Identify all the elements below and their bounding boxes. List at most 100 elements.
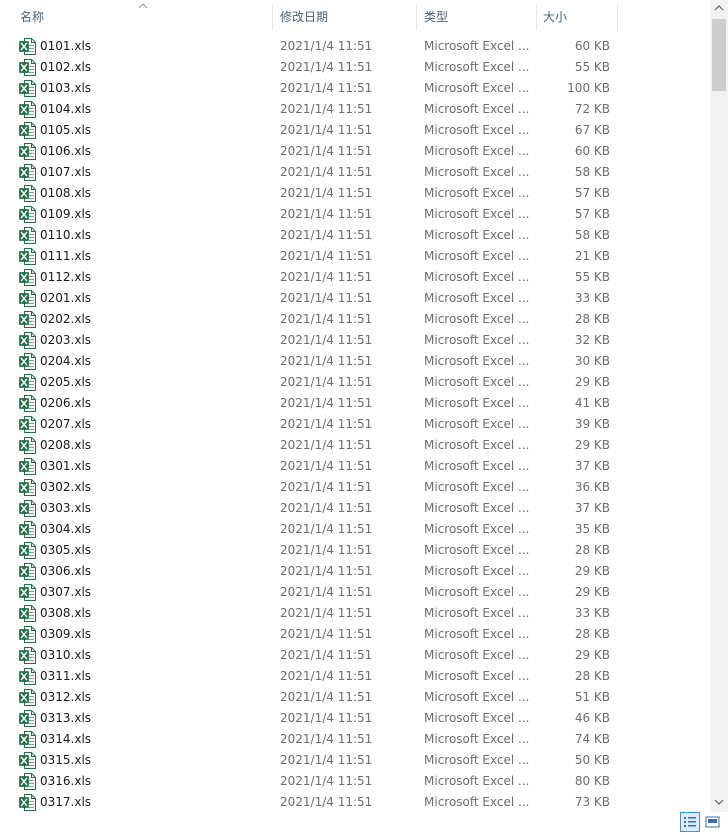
file-row[interactable]: 0311.xls 2021/1/4 11:51 Microsoft Excel … — [0, 666, 710, 687]
file-row[interactable]: 0307.xls 2021/1/4 11:51 Microsoft Excel … — [0, 582, 710, 603]
file-name[interactable]: 0309.xls — [40, 624, 91, 645]
file-name[interactable]: 0109.xls — [40, 204, 91, 225]
file-name[interactable]: 0308.xls — [40, 603, 91, 624]
file-name[interactable]: 0104.xls — [40, 99, 91, 120]
file-row[interactable]: 0103.xls 2021/1/4 11:51 Microsoft Excel … — [0, 78, 710, 99]
file-name[interactable]: 0107.xls — [40, 162, 91, 183]
file-row[interactable]: 0310.xls 2021/1/4 11:51 Microsoft Excel … — [0, 645, 710, 666]
file-name[interactable]: 0102.xls — [40, 57, 91, 78]
file-row[interactable]: 0316.xls 2021/1/4 11:51 Microsoft Excel … — [0, 771, 710, 792]
file-name[interactable]: 0204.xls — [40, 351, 91, 372]
file-row[interactable]: 0204.xls 2021/1/4 11:51 Microsoft Excel … — [0, 351, 710, 372]
column-header-type[interactable]: 类型 — [418, 0, 536, 33]
file-name[interactable]: 0110.xls — [40, 225, 91, 246]
file-row[interactable]: 0312.xls 2021/1/4 11:51 Microsoft Excel … — [0, 687, 710, 708]
file-name[interactable]: 0106.xls — [40, 141, 91, 162]
scroll-up-arrow-icon[interactable] — [714, 4, 724, 12]
file-name[interactable]: 0108.xls — [40, 183, 91, 204]
file-type: Microsoft Excel ... — [424, 60, 530, 74]
file-name[interactable]: 0306.xls — [40, 561, 91, 582]
file-name[interactable]: 0201.xls — [40, 288, 91, 309]
file-row[interactable]: 0305.xls 2021/1/4 11:51 Microsoft Excel … — [0, 540, 710, 561]
file-row[interactable]: 0304.xls 2021/1/4 11:51 Microsoft Excel … — [0, 519, 710, 540]
file-row[interactable]: 0301.xls 2021/1/4 11:51 Microsoft Excel … — [0, 456, 710, 477]
scroll-down-arrow-icon[interactable] — [714, 798, 724, 806]
file-name[interactable]: 0312.xls — [40, 687, 91, 708]
file-name[interactable]: 0205.xls — [40, 372, 91, 393]
file-name[interactable]: 0301.xls — [40, 456, 91, 477]
excel-file-icon — [19, 794, 36, 811]
file-row[interactable]: 0104.xls 2021/1/4 11:51 Microsoft Excel … — [0, 99, 710, 120]
file-row[interactable]: 0306.xls 2021/1/4 11:51 Microsoft Excel … — [0, 561, 710, 582]
excel-file-icon — [19, 227, 36, 244]
column-divider[interactable] — [416, 4, 417, 30]
file-name[interactable]: 0315.xls — [40, 750, 91, 771]
file-row[interactable]: 0202.xls 2021/1/4 11:51 Microsoft Excel … — [0, 309, 710, 330]
file-name[interactable]: 0111.xls — [40, 246, 91, 267]
file-row[interactable]: 0106.xls 2021/1/4 11:51 Microsoft Excel … — [0, 141, 710, 162]
column-header-name-label: 名称 — [20, 10, 45, 24]
file-row[interactable]: 0108.xls 2021/1/4 11:51 Microsoft Excel … — [0, 183, 710, 204]
file-row[interactable]: 0207.xls 2021/1/4 11:51 Microsoft Excel … — [0, 414, 710, 435]
file-name[interactable]: 0302.xls — [40, 477, 91, 498]
file-size: 55 KB — [574, 270, 610, 284]
file-size: 41 KB — [574, 396, 610, 410]
file-name[interactable]: 0202.xls — [40, 309, 91, 330]
file-row[interactable]: 0203.xls 2021/1/4 11:51 Microsoft Excel … — [0, 330, 710, 351]
details-view-button[interactable] — [680, 812, 700, 832]
file-row[interactable]: 0317.xls 2021/1/4 11:51 Microsoft Excel … — [0, 792, 710, 813]
file-name[interactable]: 0303.xls — [40, 498, 91, 519]
file-name[interactable]: 0207.xls — [40, 414, 91, 435]
file-row[interactable]: 0110.xls 2021/1/4 11:51 Microsoft Excel … — [0, 225, 710, 246]
file-name[interactable]: 0105.xls — [40, 120, 91, 141]
file-name[interactable]: 0316.xls — [40, 771, 91, 792]
file-row[interactable]: 0303.xls 2021/1/4 11:51 Microsoft Excel … — [0, 498, 710, 519]
file-name[interactable]: 0311.xls — [40, 666, 91, 687]
excel-file-icon — [19, 437, 36, 454]
file-row[interactable]: 0315.xls 2021/1/4 11:51 Microsoft Excel … — [0, 750, 710, 771]
file-row[interactable]: 0205.xls 2021/1/4 11:51 Microsoft Excel … — [0, 372, 710, 393]
file-row[interactable]: 0308.xls 2021/1/4 11:51 Microsoft Excel … — [0, 603, 710, 624]
file-row[interactable]: 0101.xls 2021/1/4 11:51 Microsoft Excel … — [0, 36, 710, 57]
file-row[interactable]: 0314.xls 2021/1/4 11:51 Microsoft Excel … — [0, 729, 710, 750]
file-type: Microsoft Excel ... — [424, 501, 530, 515]
file-name[interactable]: 0101.xls — [40, 36, 91, 57]
file-name[interactable]: 0304.xls — [40, 519, 91, 540]
file-name[interactable]: 0307.xls — [40, 582, 91, 603]
excel-file-icon — [19, 353, 36, 370]
file-row[interactable]: 0111.xls 2021/1/4 11:51 Microsoft Excel … — [0, 246, 710, 267]
file-row[interactable]: 0208.xls 2021/1/4 11:51 Microsoft Excel … — [0, 435, 710, 456]
file-row[interactable]: 0112.xls 2021/1/4 11:51 Microsoft Excel … — [0, 267, 710, 288]
scrollbar-thumb[interactable] — [712, 19, 726, 91]
file-row[interactable]: 0313.xls 2021/1/4 11:51 Microsoft Excel … — [0, 708, 710, 729]
file-type: Microsoft Excel ... — [424, 669, 530, 683]
file-size: 57 KB — [574, 186, 610, 200]
excel-file-icon — [19, 248, 36, 265]
file-name[interactable]: 0103.xls — [40, 78, 91, 99]
column-header-date[interactable]: 修改日期 — [274, 0, 416, 33]
file-size: 46 KB — [574, 711, 610, 725]
file-row[interactable]: 0201.xls 2021/1/4 11:51 Microsoft Excel … — [0, 288, 710, 309]
file-name[interactable]: 0317.xls — [40, 792, 91, 813]
file-date: 2021/1/4 11:51 — [280, 753, 373, 767]
column-header-size[interactable]: 大小 — [537, 0, 617, 33]
file-name[interactable]: 0206.xls — [40, 393, 91, 414]
column-divider[interactable] — [272, 4, 273, 30]
file-name[interactable]: 0112.xls — [40, 267, 91, 288]
file-row[interactable]: 0302.xls 2021/1/4 11:51 Microsoft Excel … — [0, 477, 710, 498]
file-name[interactable]: 0203.xls — [40, 330, 91, 351]
file-name[interactable]: 0310.xls — [40, 645, 91, 666]
file-name[interactable]: 0208.xls — [40, 435, 91, 456]
column-divider[interactable] — [617, 4, 618, 30]
file-row[interactable]: 0107.xls 2021/1/4 11:51 Microsoft Excel … — [0, 162, 710, 183]
file-row[interactable]: 0102.xls 2021/1/4 11:51 Microsoft Excel … — [0, 57, 710, 78]
file-row[interactable]: 0105.xls 2021/1/4 11:51 Microsoft Excel … — [0, 120, 710, 141]
large-icons-view-button[interactable] — [703, 812, 723, 832]
file-row[interactable]: 0206.xls 2021/1/4 11:51 Microsoft Excel … — [0, 393, 710, 414]
file-name[interactable]: 0314.xls — [40, 729, 91, 750]
file-row[interactable]: 0109.xls 2021/1/4 11:51 Microsoft Excel … — [0, 204, 710, 225]
file-name[interactable]: 0313.xls — [40, 708, 91, 729]
file-name[interactable]: 0305.xls — [40, 540, 91, 561]
file-row[interactable]: 0309.xls 2021/1/4 11:51 Microsoft Excel … — [0, 624, 710, 645]
vertical-scrollbar[interactable] — [710, 0, 728, 812]
